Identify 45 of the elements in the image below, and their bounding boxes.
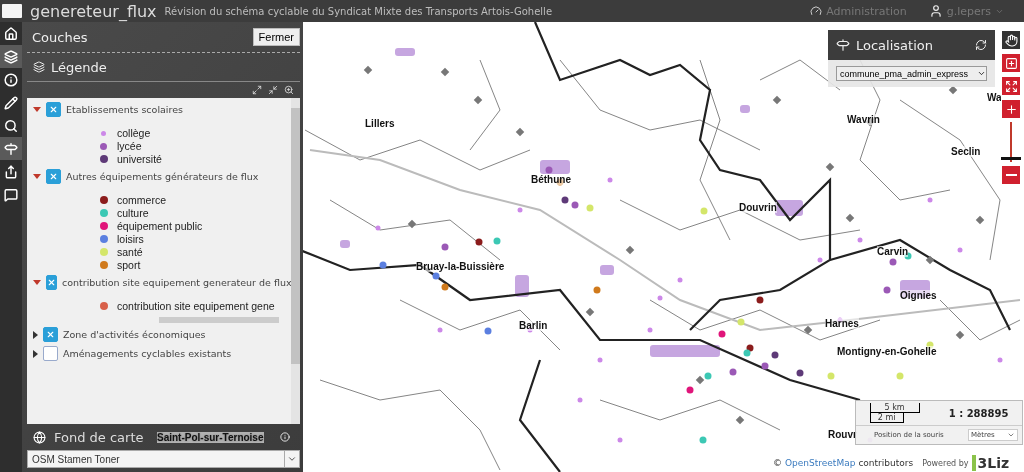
- basemap-select[interactable]: OSM Stamen Toner: [27, 450, 300, 468]
- map-place-label: Lillers: [365, 118, 395, 129]
- layer-label: Zone d'activités économiques: [63, 329, 206, 340]
- legend-item-label: loisirs: [117, 233, 144, 245]
- legend-item-label: collège: [117, 127, 151, 139]
- panel-title: Couches: [31, 29, 88, 45]
- scale-ratio: 1 : 288895: [948, 407, 1009, 419]
- close-button[interactable]: Fermer: [252, 28, 300, 46]
- legend-item-label: sport: [117, 259, 141, 271]
- legend-item-label: commerce: [117, 194, 166, 206]
- osm-link[interactable]: OpenStreetMap: [785, 458, 856, 468]
- map-place-label: Carvin: [877, 246, 909, 257]
- map-place-label: Béthune: [531, 174, 571, 185]
- layer-label: Aménagements cyclables existants: [63, 348, 232, 359]
- map-place-label: Douvrin: [739, 202, 777, 213]
- map-place-label: Rouvr: [828, 429, 857, 440]
- localisation-title: Localisation: [856, 37, 934, 53]
- app-title: genereteur_flux: [30, 1, 157, 21]
- scale-bar-mi: 2 mi: [869, 413, 904, 423]
- map-place-label: Seclin: [951, 146, 981, 157]
- map-place-label: Bruay-la-Buissière: [416, 261, 505, 272]
- map-place-label: Wa: [987, 92, 1002, 103]
- basemap-title: Fond de carte: [54, 429, 144, 445]
- copyright-sign: ©: [773, 458, 782, 468]
- legend-item-label: contribution site equipement gene: [117, 300, 275, 312]
- legend-item-label: université: [117, 153, 162, 165]
- localisation-select[interactable]: commune_pma_admin_express: [836, 66, 987, 81]
- layer-label: Autres équipements générateurs de flux: [66, 171, 259, 182]
- legend-item-label: santé: [117, 246, 143, 258]
- legend-title: Légende: [51, 59, 107, 75]
- powered-by-label: Powered by: [922, 458, 969, 468]
- map-place-label: Barlin: [519, 320, 548, 331]
- layer-label: contribution site equipement generateur de flux: [62, 277, 291, 288]
- legend-item-label: culture: [117, 207, 149, 219]
- attribution-text: contributors: [858, 458, 914, 468]
- legend-item-label: lycée: [117, 140, 142, 152]
- map-place-label: Wavrin: [847, 114, 880, 125]
- layer-label: Etablissements scolaires: [66, 104, 183, 115]
- scale-bar-km: 5 km: [869, 403, 920, 413]
- map-place-label: Harnes: [825, 318, 859, 329]
- brand-logo: 3Liz: [971, 455, 1010, 471]
- map-place-label: Oignies: [900, 290, 937, 301]
- legend-item-label: équipement public: [117, 220, 203, 232]
- map-place-label: Montigny-en-Gohelle: [837, 346, 937, 357]
- project-subtitle: Révision du schéma cyclable du Syndicat Mixte des Transports Artois-Gohelle: [164, 5, 554, 17]
